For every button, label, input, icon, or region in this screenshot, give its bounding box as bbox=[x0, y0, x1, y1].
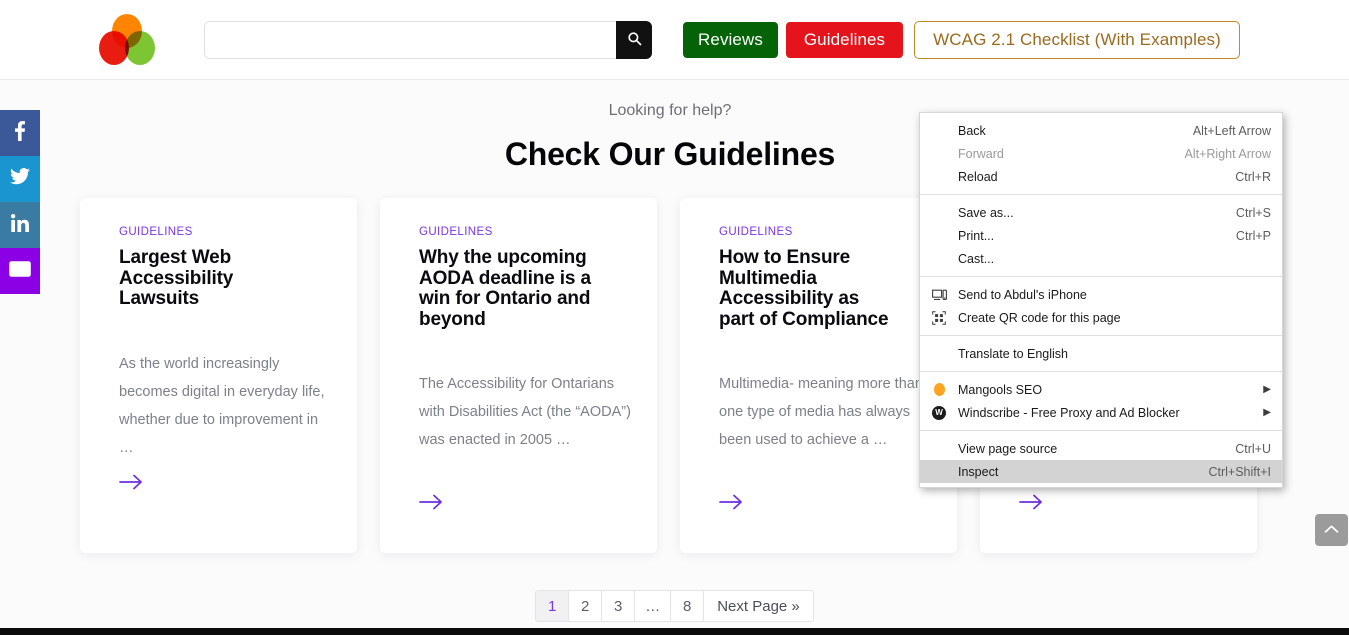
scroll-to-top-button[interactable] bbox=[1315, 514, 1348, 546]
pagination-page-2[interactable]: 2 bbox=[569, 591, 603, 621]
card-category-tag: GUIDELINES bbox=[419, 226, 493, 238]
search-submit-button[interactable] bbox=[616, 21, 652, 59]
search-input[interactable] bbox=[204, 21, 616, 59]
card-title: Why the upcoming AODA deadline is a win … bbox=[419, 247, 591, 331]
card-excerpt: The Accessibility for Ontarians with Dis… bbox=[419, 376, 631, 448]
context-menu-label: Create QR code for this page bbox=[958, 310, 1121, 325]
reviews-button-label: Reviews bbox=[698, 30, 763, 49]
wcag-checklist-button-label: WCAG 2.1 Checklist (With Examples) bbox=[933, 30, 1221, 49]
context-menu-item-create-qr-code[interactable]: Create QR code for this page bbox=[920, 306, 1282, 329]
linkedin-share[interactable] bbox=[0, 202, 40, 248]
context-menu-separator bbox=[920, 430, 1282, 431]
context-menu-accelerator: Ctrl+Shift+I bbox=[1208, 464, 1271, 479]
context-menu-item-cast[interactable]: Cast... bbox=[920, 247, 1282, 270]
context-menu-item-mangools-seo[interactable]: Mangools SEO ▶ bbox=[920, 378, 1282, 401]
email-share[interactable] bbox=[0, 248, 40, 294]
pagination-ellipsis: … bbox=[635, 591, 672, 621]
envelope-icon bbox=[9, 260, 31, 282]
context-menu-label: Forward bbox=[958, 146, 1004, 161]
context-menu-label: Send to Abdul's iPhone bbox=[958, 287, 1087, 302]
context-menu-item-translate[interactable]: Translate to English bbox=[920, 342, 1282, 365]
browser-context-menu: Back Alt+Left Arrow Forward Alt+Right Ar… bbox=[919, 112, 1283, 488]
facebook-share[interactable] bbox=[0, 110, 40, 156]
site-header: Reviews Guidelines WCAG 2.1 Checklist (W… bbox=[0, 0, 1349, 80]
card-excerpt: Multimedia- meaning more than one type o… bbox=[719, 376, 923, 448]
reviews-button[interactable]: Reviews bbox=[683, 22, 778, 58]
card-read-more-arrow[interactable] bbox=[719, 493, 743, 515]
bottom-bar bbox=[0, 628, 1349, 635]
context-menu-item-save-as[interactable]: Save as... Ctrl+S bbox=[920, 201, 1282, 224]
context-menu-accelerator: Alt+Right Arrow bbox=[1184, 146, 1272, 161]
context-menu-item-inspect[interactable]: Inspect Ctrl+Shift+I bbox=[920, 460, 1282, 483]
arrow-right-icon bbox=[1019, 494, 1043, 515]
wcag-checklist-button[interactable]: WCAG 2.1 Checklist (With Examples) bbox=[914, 21, 1240, 59]
pagination-next-page[interactable]: Next Page » bbox=[704, 591, 813, 621]
context-menu-label: Windscribe - Free Proxy and Ad Blocker bbox=[958, 405, 1180, 420]
context-menu-label: Mangools SEO bbox=[958, 382, 1043, 397]
context-menu-accelerator: Ctrl+R bbox=[1235, 169, 1271, 184]
context-menu-label: Back bbox=[958, 123, 986, 138]
guideline-card[interactable]: GUIDELINES How to Ensure Multimedia Acce… bbox=[680, 198, 957, 553]
context-menu-item-view-page-source[interactable]: View page source Ctrl+U bbox=[920, 437, 1282, 460]
context-menu-item-windscribe[interactable]: W Windscribe - Free Proxy and Ad Blocker… bbox=[920, 401, 1282, 424]
social-share-rail bbox=[0, 110, 40, 294]
pagination: 1 2 3 … 8 Next Page » bbox=[0, 590, 1349, 622]
context-menu-label: Print... bbox=[958, 228, 995, 243]
facebook-icon bbox=[15, 120, 26, 146]
pagination-page-8[interactable]: 8 bbox=[671, 591, 705, 621]
guidelines-button-label: Guidelines bbox=[803, 30, 886, 49]
windscribe-icon: W bbox=[931, 405, 947, 421]
context-menu-item-forward: Forward Alt+Right Arrow bbox=[920, 142, 1282, 165]
logo-circle-green bbox=[125, 31, 155, 65]
card-excerpt: As the world increasingly becomes digita… bbox=[119, 356, 325, 456]
context-menu-label: Cast... bbox=[958, 251, 995, 266]
search-icon bbox=[627, 31, 642, 49]
brand-logo[interactable] bbox=[99, 14, 155, 66]
arrow-right-icon bbox=[419, 494, 443, 515]
card-read-more-arrow[interactable] bbox=[1019, 493, 1043, 515]
context-menu-label: Inspect bbox=[958, 464, 999, 479]
twitter-share[interactable] bbox=[0, 156, 40, 202]
page-root: Reviews Guidelines WCAG 2.1 Checklist (W… bbox=[0, 0, 1349, 635]
card-category-tag: GUIDELINES bbox=[719, 226, 793, 238]
arrow-right-icon bbox=[719, 494, 743, 515]
context-menu-separator bbox=[920, 194, 1282, 195]
submenu-arrow-icon: ▶ bbox=[1263, 407, 1271, 418]
chevron-up-icon bbox=[1324, 521, 1339, 539]
context-menu-item-print[interactable]: Print... Ctrl+P bbox=[920, 224, 1282, 247]
context-menu-separator bbox=[920, 371, 1282, 372]
context-menu-item-back[interactable]: Back Alt+Left Arrow bbox=[920, 119, 1282, 142]
context-menu-item-send-to-device[interactable]: Send to Abdul's iPhone bbox=[920, 283, 1282, 306]
search-form bbox=[204, 21, 652, 59]
context-menu-accelerator: Alt+Left Arrow bbox=[1192, 123, 1271, 138]
arrow-right-icon bbox=[119, 474, 143, 495]
card-read-more-arrow[interactable] bbox=[119, 473, 143, 495]
qr-code-icon bbox=[931, 310, 947, 326]
submenu-arrow-icon: ▶ bbox=[1263, 384, 1271, 395]
linkedin-icon bbox=[10, 213, 29, 237]
pagination-page-3[interactable]: 3 bbox=[602, 591, 636, 621]
card-category-tag: GUIDELINES bbox=[119, 226, 193, 238]
guideline-card[interactable]: GUIDELINES Why the upcoming AODA deadlin… bbox=[380, 198, 657, 553]
pagination-page-1[interactable]: 1 bbox=[536, 591, 570, 621]
context-menu-accelerator: Ctrl+S bbox=[1235, 205, 1271, 220]
context-menu-separator bbox=[920, 276, 1282, 277]
card-read-more-arrow[interactable] bbox=[419, 493, 443, 515]
context-menu-label: Translate to English bbox=[958, 346, 1069, 361]
context-menu-label: Save as... bbox=[958, 205, 1014, 220]
context-menu-label: View page source bbox=[958, 441, 1058, 456]
twitter-icon bbox=[10, 168, 30, 190]
context-menu-accelerator: Ctrl+U bbox=[1235, 441, 1271, 456]
context-menu-accelerator: Ctrl+P bbox=[1235, 228, 1271, 243]
context-menu-item-reload[interactable]: Reload Ctrl+R bbox=[920, 165, 1282, 188]
card-title: Largest Web Accessibility Lawsuits bbox=[119, 247, 234, 310]
guideline-card[interactable]: GUIDELINES Largest Web Accessibility Law… bbox=[80, 198, 357, 553]
context-menu-separator bbox=[920, 335, 1282, 336]
guidelines-button[interactable]: Guidelines bbox=[786, 22, 903, 58]
cast-device-icon bbox=[931, 287, 947, 303]
context-menu-label: Reload bbox=[958, 169, 998, 184]
mangools-icon bbox=[931, 382, 947, 398]
